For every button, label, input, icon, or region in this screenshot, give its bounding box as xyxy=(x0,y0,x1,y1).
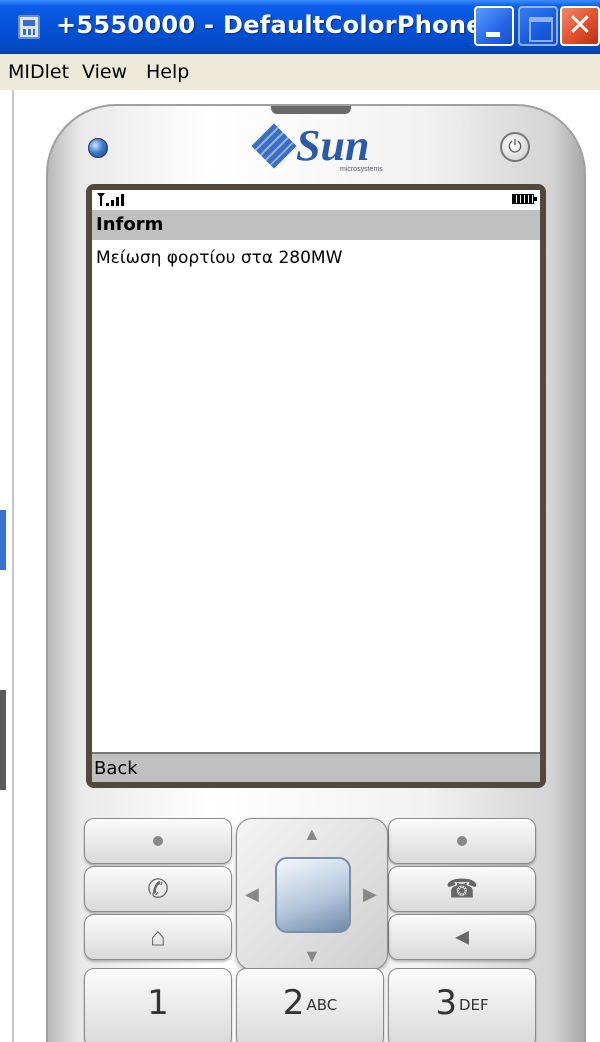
navigation-pad[interactable]: ▲ ▼ ◀ ▶ xyxy=(236,818,388,970)
nav-left-icon[interactable]: ◀ xyxy=(245,885,259,903)
phone-app-icon xyxy=(18,15,40,39)
nav-up-icon[interactable]: ▲ xyxy=(303,825,321,843)
dot-icon xyxy=(457,836,467,846)
key-2-letters: ABC xyxy=(306,995,338,1014)
hang-up-icon: ☎ xyxy=(445,873,479,904)
key-3-digit: 3 xyxy=(435,983,457,1023)
clear-key[interactable]: ◀ xyxy=(388,914,536,960)
menu-midlet[interactable]: MIDlet xyxy=(8,61,69,83)
key-1[interactable]: 1 xyxy=(84,968,232,1042)
form-title: Inform xyxy=(96,214,164,235)
phone-call-icon: ✆ xyxy=(147,873,169,904)
brand-subtitle: microsystems xyxy=(340,166,383,173)
minimize-button[interactable] xyxy=(474,6,514,46)
key-2[interactable]: 2 ABC xyxy=(236,968,384,1042)
right-soft-key[interactable] xyxy=(388,818,536,864)
back-softkey[interactable]: Back xyxy=(94,758,138,779)
softkey-bar: Back xyxy=(92,752,540,782)
power-icon: ⏻ xyxy=(508,137,522,156)
phone-screen: Inform Μείωση φορτίου στα 280MW Back xyxy=(92,190,540,782)
background-window-edge xyxy=(0,90,14,1042)
signal-strength-icon xyxy=(97,193,124,206)
brand-name: Sun xyxy=(296,121,370,170)
menu-help[interactable]: Help xyxy=(146,61,189,83)
key-3[interactable]: 3 DEF xyxy=(388,968,536,1042)
home-icon: ⌂ xyxy=(150,921,166,952)
close-icon: ✕ xyxy=(567,8,593,43)
status-led-icon xyxy=(88,138,108,158)
battery-icon xyxy=(512,194,537,204)
sun-logo: Sun microsystems xyxy=(248,121,388,178)
left-soft-key[interactable] xyxy=(84,818,232,864)
home-key[interactable]: ⌂ xyxy=(84,914,232,960)
nav-select-button[interactable] xyxy=(275,857,351,933)
key-2-digit: 2 xyxy=(282,983,305,1023)
clear-icon: ◀ xyxy=(455,926,469,947)
dot-icon xyxy=(153,836,163,846)
end-call-key[interactable]: ☎ xyxy=(388,866,536,912)
window-titlebar: +5550000 - DefaultColorPhone ✕ xyxy=(0,0,600,54)
maximize-button[interactable] xyxy=(518,6,558,46)
close-button[interactable]: ✕ xyxy=(560,6,600,46)
menubar: MIDlet View Help xyxy=(0,54,600,90)
status-bar xyxy=(92,190,540,208)
sun-diamond-icon xyxy=(251,123,297,169)
key-1-digit: 1 xyxy=(147,983,169,1023)
key-3-letters: DEF xyxy=(458,995,489,1014)
nav-down-icon[interactable]: ▼ xyxy=(303,947,321,965)
nav-right-icon[interactable]: ▶ xyxy=(363,885,377,903)
message-text: Μείωση φορτίου στα 280MW xyxy=(96,248,343,268)
window-title: +5550000 - DefaultColorPhone xyxy=(56,11,483,39)
call-key[interactable]: ✆ xyxy=(84,866,232,912)
phone-speaker xyxy=(271,106,351,114)
form-title-bar: Inform xyxy=(92,210,540,240)
power-button[interactable]: ⏻ xyxy=(500,132,530,162)
menu-view[interactable]: View xyxy=(82,61,127,83)
